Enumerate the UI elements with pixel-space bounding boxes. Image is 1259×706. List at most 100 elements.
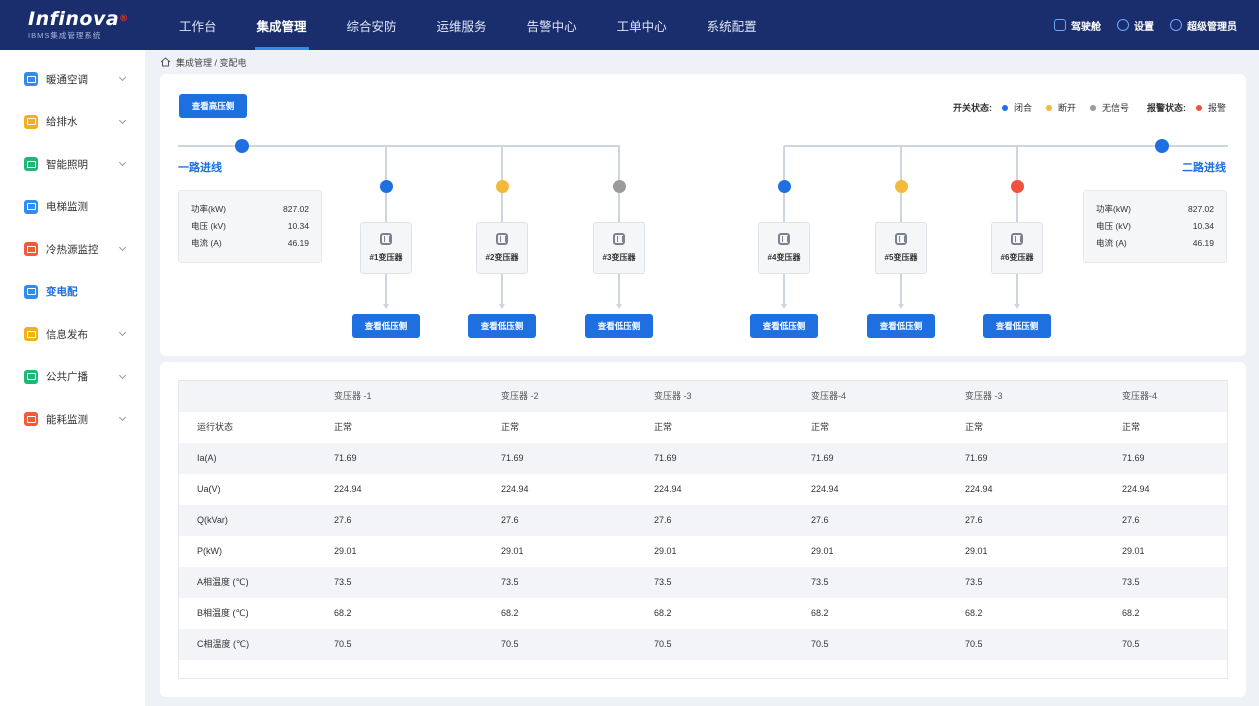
chevron-down-icon[interactable]: [118, 328, 127, 337]
table-cell: 27.6: [965, 515, 983, 525]
info-value: 827.02: [283, 204, 309, 214]
table-cell: 27.6: [654, 515, 672, 525]
user-menu[interactable]: 超级管理员: [1170, 18, 1237, 33]
view-low-voltage-button-2[interactable]: 查看低压侧: [468, 314, 536, 338]
table-cell: 73.5: [965, 577, 983, 587]
nav-item-2[interactable]: 综合安防: [335, 0, 409, 50]
transformer-5-box[interactable]: #5变压器: [875, 222, 927, 274]
table-cell: 正常: [334, 422, 353, 432]
transformer-1-switch-node[interactable]: [379, 180, 393, 193]
main-nav: 工作台 集成管理 综合安防 运维服务 告警中心 工单中心 系统配置: [167, 0, 785, 50]
sidebar-item-icon: [24, 157, 38, 172]
feed2-breaker-node[interactable]: [1155, 139, 1169, 153]
arrow-down-icon: [781, 304, 787, 309]
table-cell: 正常: [965, 422, 984, 432]
table-cell: 正常: [654, 422, 673, 432]
info-key: 电流 (A): [191, 238, 222, 248]
table-cell: 224.94: [501, 484, 529, 494]
view-high-voltage-button[interactable]: 查看高压侧: [179, 94, 247, 118]
transformer-icon: [778, 233, 790, 245]
sidebar-item-5[interactable]: 变电配: [0, 271, 145, 314]
branch-line-mid-5: [900, 193, 902, 222]
nav-item-0[interactable]: 工作台: [167, 0, 229, 50]
feed1-label: 一路进线: [178, 162, 222, 174]
info-key: 功率(kW): [1096, 204, 1131, 214]
branch-line-mid-2: [501, 193, 503, 222]
sidebar-item-6[interactable]: 信息发布: [0, 313, 145, 356]
chevron-down-icon[interactable]: [118, 413, 127, 422]
chevron-down-icon[interactable]: [118, 371, 127, 379]
sidebar-item-icon: [24, 412, 38, 427]
row-label-cell: C相温度 (℃): [197, 639, 250, 649]
sidebar-item-8[interactable]: 能耗监测: [0, 398, 145, 441]
logo-subtitle: IBMS集成管理系统: [28, 31, 102, 40]
user-icon: [1170, 19, 1182, 31]
chevron-down-icon[interactable]: [118, 243, 127, 252]
branch-line-top-5: [900, 146, 902, 181]
branch-line-bottom-4: [783, 274, 785, 306]
sidebar-item-0[interactable]: 暖通空调: [0, 58, 145, 101]
home-icon[interactable]: [160, 57, 171, 67]
chevron-down-icon[interactable]: [118, 158, 127, 167]
legend-dot-closed: [1001, 104, 1008, 111]
view-low-voltage-button-3[interactable]: 查看低压侧: [585, 314, 653, 338]
transformer-2-box[interactable]: #2变压器: [476, 222, 528, 274]
nav-item-5[interactable]: 工单中心: [605, 0, 679, 50]
view-low-voltage-button-6[interactable]: 查看低压侧: [983, 314, 1051, 338]
transformer-2-switch-node[interactable]: [495, 180, 509, 193]
info-value: 46.19: [287, 238, 309, 248]
top-right-actions: 驾驶舱 设置 超级管理员: [1038, 0, 1237, 50]
breadcrumb-text: 集成管理 / 变配电: [176, 57, 247, 68]
sidebar-item-label: 智能照明: [46, 158, 88, 171]
table-cell: 70.5: [965, 639, 983, 649]
feed2-label: 二路进线: [1182, 162, 1226, 174]
table-cell: 27.6: [1122, 515, 1140, 525]
transformer-label: #5变压器: [884, 253, 918, 262]
sidebar-item-4[interactable]: 冷热源监控: [0, 228, 145, 271]
nav-item-6[interactable]: 系统配置: [695, 0, 769, 50]
legend-dot-open: [1045, 104, 1052, 111]
row-label-cell: B相温度 (℃): [197, 608, 249, 618]
table-cell: 变压器-4: [811, 391, 847, 401]
transformer-5-switch-node[interactable]: [894, 180, 908, 193]
sidebar-item-label: 给排水: [46, 116, 78, 129]
transformer-6-switch-node[interactable]: [1010, 180, 1024, 193]
table-cell: 73.5: [501, 577, 519, 587]
sidebar-item-icon: [24, 327, 38, 342]
row-label-cell: 运行状态: [197, 422, 234, 432]
sidebar-item-1[interactable]: 给排水: [0, 101, 145, 144]
arrow-down-icon: [383, 304, 389, 309]
logo[interactable]: Infinova® IBMS集成管理系统: [0, 0, 145, 50]
transformer-6-box[interactable]: #6变压器: [991, 222, 1043, 274]
table-cell: 68.2: [334, 608, 352, 618]
legend-closed: 闭合: [1001, 101, 1032, 114]
transformer-3-switch-node[interactable]: [612, 180, 626, 193]
arrow-down-icon: [1014, 304, 1020, 309]
transformer-1-box[interactable]: #1变压器: [360, 222, 412, 274]
feed2-info-row: 电流 (A) 46.19: [1096, 235, 1214, 252]
view-low-voltage-button-4[interactable]: 查看低压侧: [750, 314, 818, 338]
chevron-down-icon[interactable]: [118, 116, 127, 124]
chevron-down-icon[interactable]: [118, 73, 127, 82]
cockpit-button[interactable]: 驾驶舱: [1054, 18, 1101, 33]
table-row: Ua(V) 224.94 224.94 224.94 224.94 224.94 224.9…: [179, 474, 1227, 505]
transformer-4-box[interactable]: #4变压器: [758, 222, 810, 274]
transformer-4-switch-node[interactable]: [777, 180, 791, 193]
nav-item-4[interactable]: 告警中心: [515, 0, 589, 50]
nav-item-1[interactable]: 集成管理: [245, 0, 319, 50]
sidebar-item-3[interactable]: 电梯监测: [0, 186, 145, 229]
nav-item-3[interactable]: 运维服务: [425, 0, 499, 50]
sidebar-item-label: 电梯监测: [46, 201, 88, 214]
row-label-cell: A相温度 (℃): [197, 577, 249, 587]
feed1-breaker-node[interactable]: [235, 139, 249, 153]
transformer-data-panel: 变压器 -1 变压器 -2 变压器 -3 变压器-4 变压器 -3 变压器-4 运行状态 正常…: [160, 362, 1246, 697]
settings-button[interactable]: 设置: [1117, 18, 1154, 33]
transformer-3-box[interactable]: #3变压器: [593, 222, 645, 274]
sidebar-item-7[interactable]: 公共广播: [0, 356, 145, 399]
legend-no-signal: 无信号: [1089, 101, 1129, 114]
logo-wordmark: Infinova®: [28, 8, 129, 30]
view-low-voltage-button-1[interactable]: 查看低压侧: [352, 314, 420, 338]
view-low-voltage-button-5[interactable]: 查看低压侧: [867, 314, 935, 338]
sidebar-item-2[interactable]: 智能照明: [0, 143, 145, 186]
table-cell: 71.69: [1122, 453, 1145, 463]
